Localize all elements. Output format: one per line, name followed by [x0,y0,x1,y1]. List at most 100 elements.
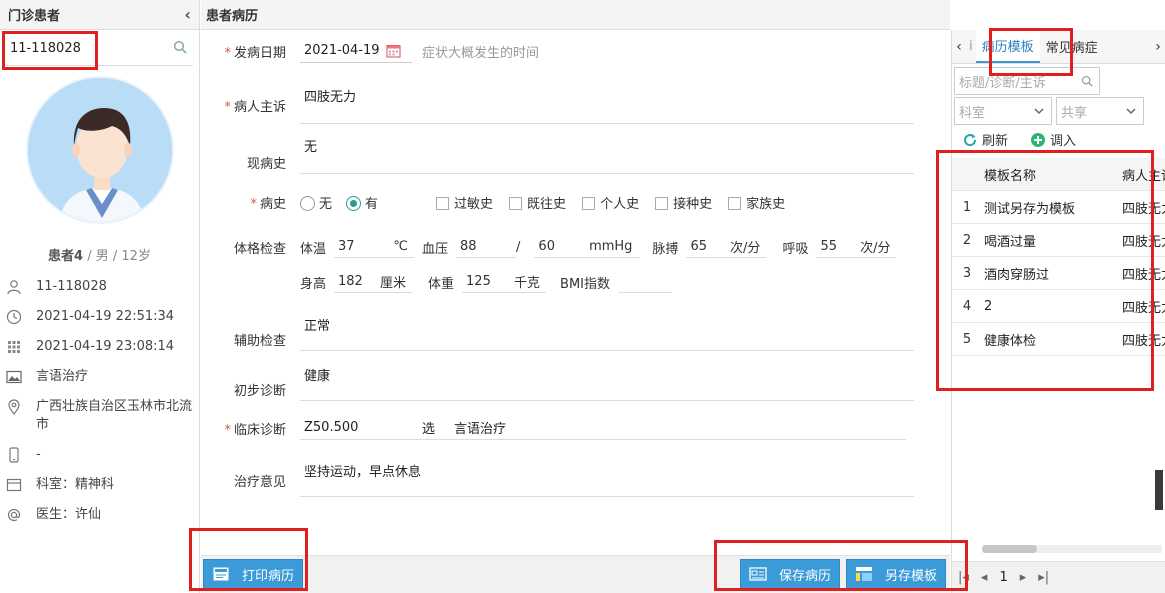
template-table: 模板名称 病人主诉 1 测试另存为模板 四肢无力 2 喝酒过量 四肢无力 3 酒… [952,158,1165,356]
history-yes-radio[interactable]: 有 [346,193,378,212]
header-complaint: 病人主诉 [1122,168,1165,184]
save-record-button[interactable]: 保存病历 [740,559,841,589]
info-text: 2021-04-19 22:51:34 [36,309,175,324]
required-mark: * [224,45,231,61]
info-item-id: 11-118028 [0,278,199,296]
template-search-input[interactable]: 标题/诊断/主诉 [954,67,1100,95]
avatar [25,76,174,224]
row-complaint: 四肢无力 [1122,234,1165,250]
table-row[interactable]: 5 健康体检 四肢无力 [952,323,1165,356]
next-page-button[interactable]: ▸ [1020,570,1027,585]
calendar-icon[interactable] [386,43,401,58]
onset-date-hint: 症状大概发生的时间 [422,45,540,61]
history-vaccination-checkbox[interactable]: 接种史 [655,193,712,212]
department-placeholder: 科室 [959,105,986,121]
bp-high-input[interactable]: 88 [456,236,517,258]
temperature-unit: ℃ [393,239,409,254]
tab-partial[interactable]: i [966,30,976,63]
clinical-name-input[interactable]: 言语治疗 [448,416,906,440]
share-select[interactable]: 共享 [1056,97,1144,125]
chief-complaint-value: 四肢无力 [304,90,357,105]
row-num: 5 [962,331,972,347]
weight-input[interactable]: 125 千克 [462,271,547,293]
pulse-input[interactable]: 65 次/分 [686,236,767,258]
treatment-field[interactable]: 坚持运动，早点休息 [300,461,914,497]
weight-unit: 千克 [514,276,541,291]
clinical-code-input[interactable]: Z50.500 选 [300,416,448,440]
save-as-template-label: 另存模板 [885,568,938,584]
history-personal-checkbox[interactable]: 个人史 [582,193,639,212]
collapse-left-button[interactable]: ‹ [184,5,191,24]
table-row[interactable]: 3 酒肉穿肠过 四肢无力 [952,257,1165,290]
history-past-checkbox[interactable]: 既往史 [509,193,566,212]
onset-date-input[interactable]: 2021-04-19 [300,39,412,63]
table-row[interactable]: 1 测试另存为模板 四肢无力 [952,191,1165,224]
patient-summary: 患者4 / 男 / 12岁 [0,245,199,264]
respiration-input[interactable]: 55 次/分 [816,236,897,258]
patient-name: 患者4 [48,249,84,264]
print-record-button[interactable]: 打印病历 [203,559,304,589]
temperature-input[interactable]: 37 ℃ [334,236,415,258]
weight-label: 体重 [428,276,455,292]
bmi-field: BMI指数 [560,271,673,293]
patient-info-list: 11-118028 2021-04-19 22:51:34 2021-04-19… [0,278,199,524]
record-panel-header: 患者病历 [201,0,950,30]
checkbox-label: 既往史 [527,197,567,212]
physical-exam-row-1: 体格检查 体温 37 ℃ 血压 88 / 60 mmHg 脉搏 65 次/分 呼吸 5… [201,236,950,258]
refresh-button[interactable]: 刷新 [962,130,1008,149]
clinical-code-value: Z50.500 [304,420,359,435]
patient-gender: 男 [95,249,109,264]
search-icon[interactable] [173,40,187,54]
table-row[interactable]: 4 2 四肢无力 [952,290,1165,323]
radio-on [346,196,362,211]
table-row[interactable]: 2 喝酒过量 四肢无力 [952,224,1165,257]
history-radio-group: 无 有 过敏史 既往史 个人史 接种史 家族史 [300,193,785,212]
search-icon[interactable] [1081,75,1093,87]
tab-scroll-right-button[interactable]: › [1151,30,1165,63]
clinical-diagnosis-row: * 临床诊断 Z50.500 选 言语治疗 [201,416,950,440]
physical-exam-label: 体格检查 [233,241,286,257]
last-page-button[interactable]: ▸| [1038,570,1049,585]
import-button[interactable]: 调入 [1030,130,1076,149]
aux-exam-field[interactable]: 正常 [300,315,914,351]
checkbox [655,197,669,210]
prelim-diagnosis-value: 健康 [304,369,331,384]
chief-complaint-field[interactable]: 四肢无力 [300,86,914,124]
refresh-label: 刷新 [982,134,1009,149]
patient-search-input[interactable] [6,41,156,56]
tab-scroll-left-button[interactable]: ‹ [952,30,966,63]
save-record-label: 保存病历 [779,568,832,584]
first-page-button[interactable]: |◂ [958,570,969,585]
history-no-radio[interactable]: 无 [300,193,332,212]
table-header: 模板名称 病人主诉 [952,158,1165,191]
tab-common-diseases[interactable]: 常见病症 [1040,30,1104,63]
history-family-checkbox[interactable]: 家族史 [728,193,785,212]
blood-pressure-label: 血压 [422,241,449,257]
aux-exam-row: 辅助检查 正常 [201,315,950,351]
current-page[interactable]: 1 [999,570,1007,585]
radio-off [300,196,315,211]
prev-page-button[interactable]: ◂ [981,570,988,585]
required-mark: * [224,422,231,438]
horizontal-scrollbar[interactable] [982,545,1162,553]
tab-record-template[interactable]: 病历模板 [975,30,1040,63]
chief-complaint-label: 病人主诉 [233,99,286,115]
scrollbar-thumb[interactable] [982,545,1037,553]
row-num: 2 [962,232,972,248]
present-illness-field[interactable]: 无 [300,136,914,174]
save-as-template-button[interactable]: 另存模板 [846,559,947,589]
history-allergy-checkbox[interactable]: 过敏史 [436,193,493,212]
bmi-input[interactable] [618,271,673,293]
height-input[interactable]: 182 厘米 [334,271,413,293]
weight-field: 体重 125 千克 [428,271,547,293]
user-icon [7,280,21,295]
checkbox-label: 接种史 [673,197,713,212]
bp-low-input[interactable]: 60 mmHg [534,236,641,258]
clinical-select-button[interactable]: 选 [422,418,435,437]
prelim-diagnosis-field[interactable]: 健康 [300,365,914,401]
row-name: 2 [984,298,993,314]
height-unit: 厘米 [380,276,407,291]
info-text: 11-118028 [36,279,107,294]
department-select[interactable]: 科室 [954,97,1052,125]
checkbox [436,197,450,210]
